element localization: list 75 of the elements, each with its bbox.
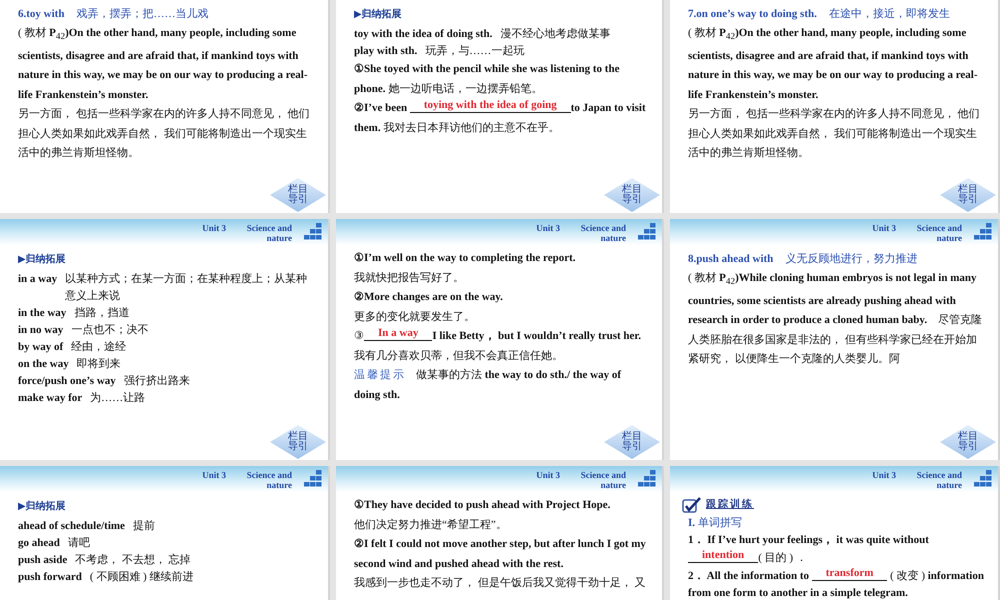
phrase-meaning: 强行挤出路来 xyxy=(124,374,190,389)
nav-button[interactable]: 栏目导引 xyxy=(940,178,996,212)
phrase-meaning: 以某种方式；在某一方面；在某种程度上；从某种意义上来说 xyxy=(65,272,308,304)
paragraph: ①She toyed with the pencil while she was listening to the phone. 她一边听电话，一边摆弄铅笔。 xyxy=(354,62,620,96)
paragraph: 我感到一步也走不动了， 但是午饭后我又觉得干劲十足， 又 xyxy=(354,576,646,591)
phrase-meaning: 经由，途经 xyxy=(71,340,126,355)
phrase-meaning: 不考虑， 不去想， 忘掉 xyxy=(75,552,191,568)
phrase: on the way xyxy=(18,357,69,372)
phrase: push forward xyxy=(18,570,82,585)
exercise-sentence: ②I’ve been toying with the idea of going to Japan to visit them. 我对去日本拜访他们的主意不在乎。 xyxy=(354,99,647,136)
phrase: play with sth. xyxy=(354,44,418,59)
exercise-sentence: ③ In a way I like Betty， but I wouldn’t really trust her. xyxy=(354,327,642,344)
phrase: toy with the idea of doing sth. xyxy=(354,27,492,42)
nav-button[interactable]: 栏目导引 xyxy=(604,178,660,212)
paragraph: 我就快把报告写好了。 xyxy=(354,270,465,286)
paragraph: ①I’m well on the way to completing the report. xyxy=(354,251,577,266)
term-title: 8.push ahead with xyxy=(688,252,774,267)
term-title: 6.toy with xyxy=(18,7,64,22)
check-icon xyxy=(682,497,702,513)
practice-title: 跟踪训练 xyxy=(706,498,754,512)
phrase-meaning: 漫不经心地考虑做某事 xyxy=(500,26,610,42)
section-heading: ▶归纳拓展 xyxy=(18,500,67,514)
section-heading: ▶归纳拓展 xyxy=(354,8,403,22)
tip-paragraph: 温馨提示 做某事的方法 the way to do sth./ the way of doing sth. xyxy=(354,368,622,402)
section-heading: ▶归纳拓展 xyxy=(18,252,67,267)
exercise-heading: I. 单词拼写 xyxy=(688,516,743,531)
term-meaning: 义无反顾地进行，努力推进 xyxy=(785,252,918,267)
phrase-meaning: ( 不顾困难 ) 继续前进 xyxy=(90,570,194,585)
unit-label: Unit 3 xyxy=(536,470,560,480)
nav-button[interactable]: 栏目导引 xyxy=(270,425,326,459)
phrase: make way for xyxy=(18,391,82,406)
exercise-sentence: 2． All the information to transform ( 改变 ) information from one form to another in a simple telegram. xyxy=(688,567,984,600)
unit-label: Unit 3 xyxy=(536,223,560,233)
phrase: ahead of schedule/time xyxy=(18,519,125,534)
term-meaning: 戏弄，摆弄；把……当儿戏 xyxy=(76,7,208,22)
paragraph: ②More changes are on the way. xyxy=(354,290,504,305)
paragraph: 我有几分喜欢贝蒂，但我不会真正信任她。 xyxy=(354,348,564,364)
topic-label: Science and nature xyxy=(246,223,292,243)
paragraph: ( 教材 P$_{42}$)On the other hand, many people, including some scientists, disagree and are afraid that, if mankind toys with nature in this way, we may be on our way to producing a real-life Frankenstein’s monster. xyxy=(688,26,978,103)
phrase: in no way xyxy=(18,323,64,338)
paragraph: ( 教材 P$_{42}$)While cloning human embryos is not legal in many countries, some scientists are already pushing ahead with research in order to produce a cloned human baby. 尽管克隆人类胚胎在很多国家是非法的， 但有些科学家已经在开始加紧研究， 以便降生一个克隆的人类婴儿。阿 xyxy=(688,271,984,368)
phrase-meaning: 为……让路 xyxy=(90,391,146,406)
nav-button[interactable]: 栏目导引 xyxy=(604,425,660,459)
phrase: go ahead xyxy=(18,536,60,551)
paragraph: 他们决定努力推进“希望工程”。 xyxy=(354,518,508,532)
unit-label: Unit 3 xyxy=(872,470,896,480)
paragraph: 更多的变化就要发生了。 xyxy=(354,310,476,324)
unit-label: Unit 3 xyxy=(202,470,226,480)
topic-label: Science and nature xyxy=(916,470,962,490)
term-meaning: 在途中，接近，即将发生 xyxy=(828,6,950,22)
phrase: by way of xyxy=(18,340,64,355)
topic-label: Science and nature xyxy=(916,223,962,243)
nav-button[interactable]: 栏目导引 xyxy=(270,178,326,212)
phrase-meaning: 请吧 xyxy=(68,536,90,551)
phrase-meaning: 提前 xyxy=(132,519,155,534)
phrase-meaning: 即将到来 xyxy=(76,357,121,372)
phrase: in the way xyxy=(18,306,66,321)
paragraph: 另一方面， 包括一些科学家在内的许多人持不同意见， 他们担心人类如果如此戏弄自然， 我们可能将制造出一个现实生活中的弗兰肯斯坦怪物。 xyxy=(18,106,310,162)
phrase-meaning: 挡路，挡道 xyxy=(74,306,130,321)
paragraph: 另一方面， 包括一些科学家在内的许多人持不同意见， 他们担心人类如果如此戏弄自然， 我们可能将制造出一个现实生活中的弗兰肯斯坦怪物。 xyxy=(688,106,980,162)
term-title: 7.on one’s way to doing sth. xyxy=(688,7,817,22)
nav-button[interactable]: 栏目导引 xyxy=(940,425,996,459)
topic-label: Science and nature xyxy=(580,470,626,490)
topic-label: Science and nature xyxy=(580,223,626,243)
paragraph: ②I felt I could not move another step, but after lunch I got my second wind and pushed ahead with the rest. xyxy=(354,537,647,572)
phrase: in a way xyxy=(18,272,58,287)
phrase: push aside xyxy=(18,553,68,568)
phrase: force/push one’s way xyxy=(18,374,116,389)
unit-label: Unit 3 xyxy=(872,223,896,233)
unit-label: Unit 3 xyxy=(202,223,226,233)
topic-label: Science and nature xyxy=(246,470,292,490)
paragraph: ①They have decided to push ahead with Project Hope. xyxy=(354,498,612,513)
phrase-meaning: 一点也不；决不 xyxy=(71,322,148,338)
paragraph: ( 教材 P$_{42}$)On the other hand, many people, including some scientists, disagree and are afraid that, if mankind toys with nature in this way, we may be on our way to producing a real-life Frankenstein’s monster. xyxy=(18,26,308,103)
phrase-meaning: 玩弄，与……一起玩 xyxy=(425,44,524,59)
